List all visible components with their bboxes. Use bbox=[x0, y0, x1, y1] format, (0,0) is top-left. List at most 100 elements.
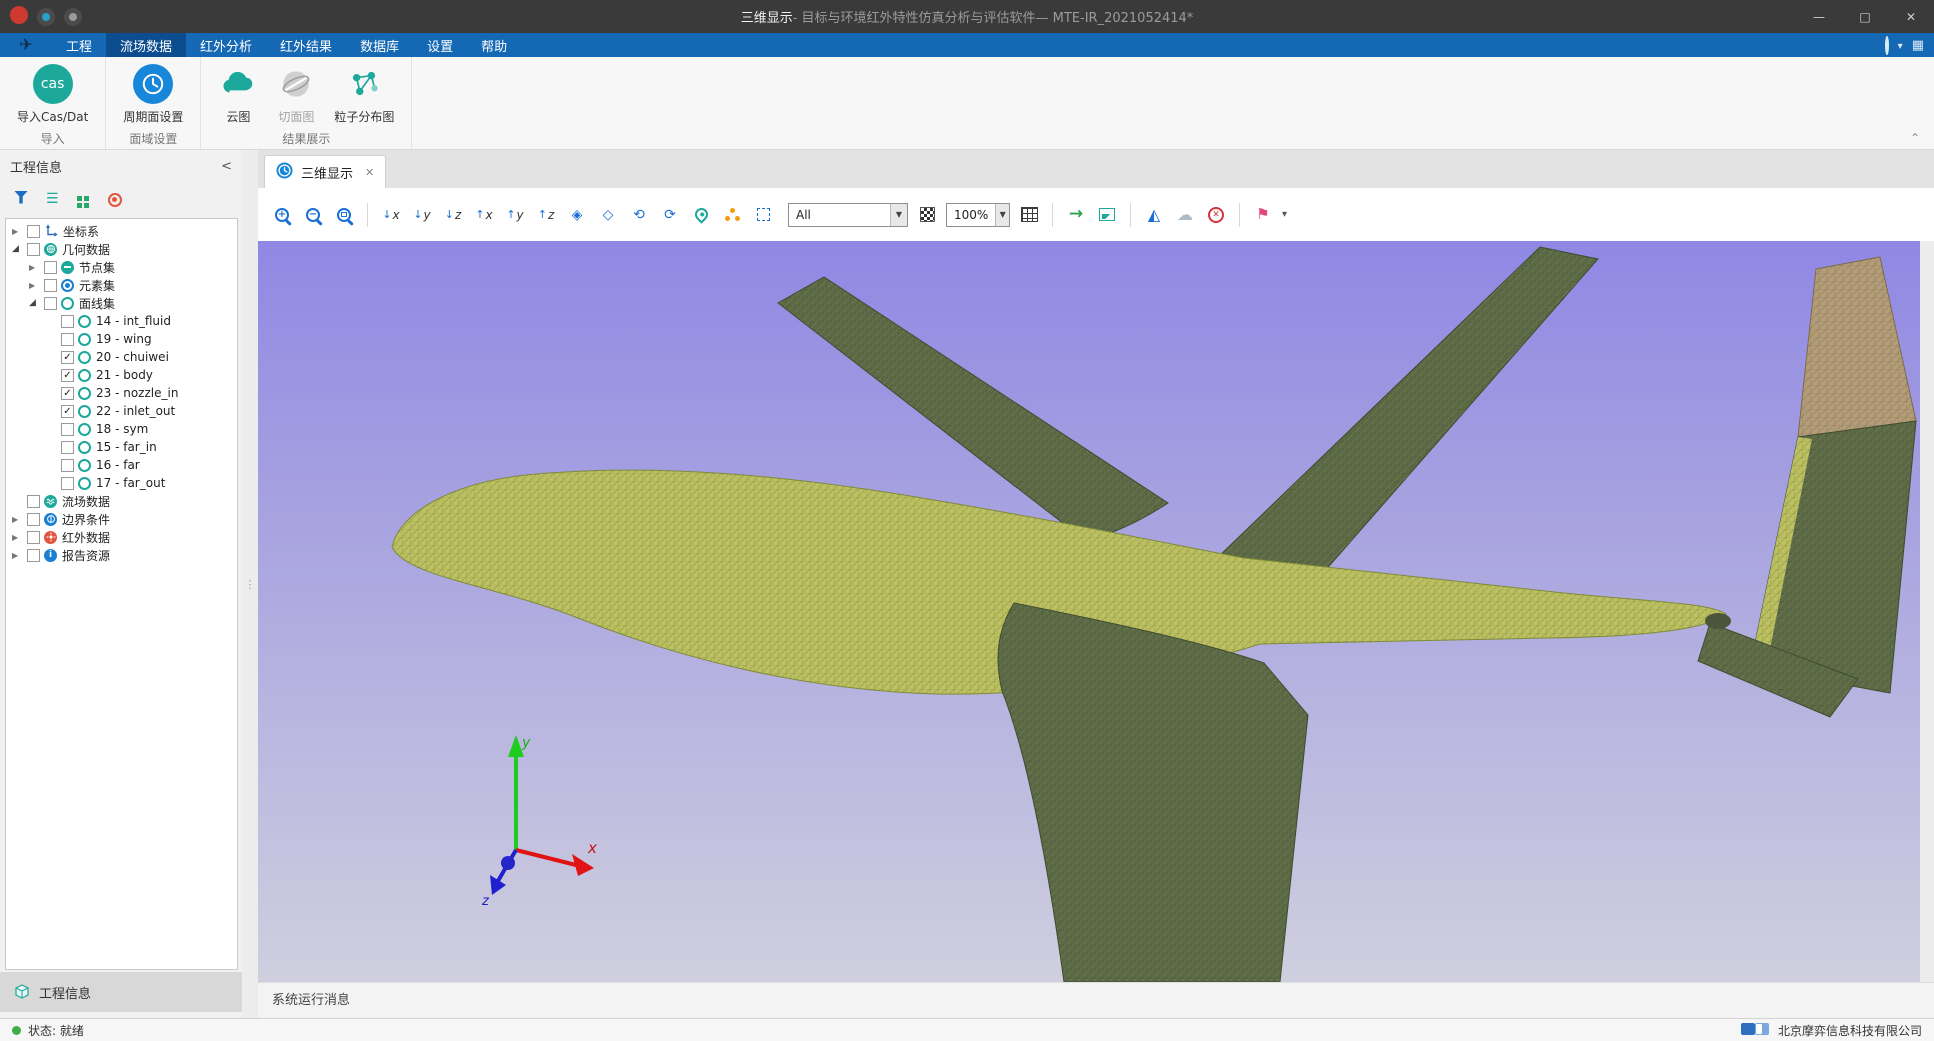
tree-expand-arrow-icon[interactable]: ▶ bbox=[12, 227, 27, 236]
maximize-button[interactable]: □ bbox=[1842, 0, 1888, 33]
tree-checkbox[interactable]: ✓ bbox=[61, 369, 74, 382]
tree-item[interactable]: ▶i报告资源 bbox=[6, 546, 237, 564]
view-pos-x-icon[interactable]: ↑x bbox=[472, 202, 496, 228]
menu-item[interactable]: 流场数据 bbox=[106, 33, 186, 57]
grid-view-icon[interactable] bbox=[77, 190, 90, 209]
tree-checkbox[interactable] bbox=[44, 297, 57, 310]
view-neg-x-icon[interactable]: ↓x bbox=[379, 202, 403, 228]
zoom-fit-icon[interactable] bbox=[332, 202, 356, 228]
tree-checkbox[interactable] bbox=[27, 513, 40, 526]
tree-checkbox[interactable] bbox=[61, 315, 74, 328]
annotation-flag-icon[interactable]: ⚑ bbox=[1251, 202, 1275, 228]
tree-expand-arrow-icon[interactable]: ▶ bbox=[12, 515, 27, 524]
tree-expand-arrow-icon[interactable]: ◢ bbox=[29, 298, 44, 308]
rotate-ccw-icon[interactable]: ⟲ bbox=[627, 202, 651, 228]
menu-item[interactable]: 红外结果 bbox=[266, 33, 346, 57]
tree-item[interactable]: ✓23 - nozzle_in bbox=[6, 384, 237, 402]
tree-expand-arrow-icon[interactable]: ▶ bbox=[29, 281, 44, 290]
panel-splitter[interactable]: ⋮ bbox=[242, 150, 258, 1018]
close-button[interactable]: ✕ bbox=[1888, 0, 1934, 33]
menu-item[interactable]: 工程 bbox=[52, 33, 106, 57]
periodic-face-button[interactable]: 周期面设置 bbox=[114, 57, 192, 127]
tab-close-icon[interactable]: ✕ bbox=[365, 166, 374, 179]
rotate-cw-icon[interactable]: ⟳ bbox=[658, 202, 682, 228]
tree-checkbox[interactable] bbox=[61, 477, 74, 490]
section-box-icon[interactable] bbox=[751, 202, 775, 228]
panel-layout-icon[interactable] bbox=[1741, 1024, 1755, 1038]
tree-checkbox[interactable] bbox=[27, 531, 40, 544]
tree-item[interactable]: ◢面线集 bbox=[6, 294, 237, 312]
tree-checkbox[interactable] bbox=[61, 441, 74, 454]
tree-expand-arrow-icon[interactable]: ▶ bbox=[12, 551, 27, 560]
panel-layout-alt-icon[interactable] bbox=[1755, 1024, 1769, 1038]
tree-checkbox[interactable] bbox=[27, 225, 40, 238]
zoom-out-icon[interactable]: − bbox=[301, 202, 325, 228]
import-cas-dat-button[interactable]: cas 导入Cas/Dat bbox=[8, 57, 97, 127]
cloud-display-icon[interactable]: ☁ bbox=[1173, 202, 1197, 228]
ribbon-collapse-icon[interactable]: ⌃ bbox=[1910, 131, 1920, 145]
tree-item[interactable]: ▶节点集 bbox=[6, 258, 237, 276]
view-iso-front-icon[interactable]: ◈ bbox=[565, 202, 589, 228]
tab-3d-view[interactable]: 三维显示 ✕ bbox=[264, 155, 386, 188]
tree-item[interactable]: ✓20 - chuiwei bbox=[6, 348, 237, 366]
annotation-caret-icon[interactable]: ▾ bbox=[1282, 209, 1287, 220]
tree-item[interactable]: ▶红外数据 bbox=[6, 528, 237, 546]
tree-item[interactable]: 14 - int_fluid bbox=[6, 312, 237, 330]
menu-item[interactable]: 红外分析 bbox=[186, 33, 266, 57]
tree-checkbox[interactable]: ✓ bbox=[61, 351, 74, 364]
tree-checkbox[interactable]: ✓ bbox=[61, 387, 74, 400]
export-forward-icon[interactable]: → bbox=[1064, 202, 1088, 228]
user-badge-icon[interactable] bbox=[1885, 38, 1889, 53]
tree-item[interactable]: 19 - wing bbox=[6, 330, 237, 348]
tree-item[interactable]: ▶坐标系 bbox=[6, 222, 237, 240]
tree-item[interactable]: ✓21 - body bbox=[6, 366, 237, 384]
hatch-pattern-icon[interactable] bbox=[915, 202, 939, 228]
tree-item[interactable]: 流场数据 bbox=[6, 492, 237, 510]
probe-pin-icon[interactable] bbox=[689, 202, 713, 228]
tree-checkbox[interactable] bbox=[61, 333, 74, 346]
project-info-tab[interactable]: 工程信息 bbox=[0, 972, 242, 1012]
view-pos-z-icon[interactable]: ↑z bbox=[534, 202, 558, 228]
tree-checkbox[interactable]: ✓ bbox=[61, 405, 74, 418]
panel-collapse-button[interactable]: < bbox=[221, 159, 232, 174]
particle-nodes-icon[interactable] bbox=[720, 202, 744, 228]
grid-toggle-icon[interactable] bbox=[1017, 202, 1041, 228]
particle-map-button[interactable]: 粒子分布图 bbox=[325, 57, 403, 127]
tree-item[interactable]: ✓22 - inlet_out bbox=[6, 402, 237, 420]
clear-results-icon[interactable]: ✕ bbox=[1204, 202, 1228, 228]
tree-item[interactable]: ◢几何数据 bbox=[6, 240, 237, 258]
tree-checkbox[interactable] bbox=[44, 261, 57, 274]
mirror-view-icon[interactable]: ◭ bbox=[1142, 202, 1166, 228]
filter-icon[interactable] bbox=[14, 191, 28, 208]
tree-expand-arrow-icon[interactable]: ▶ bbox=[29, 263, 44, 272]
snapshot-image-icon[interactable] bbox=[1095, 202, 1119, 228]
menu-item[interactable]: 数据库 bbox=[346, 33, 413, 57]
tree-item[interactable]: 17 - far_out bbox=[6, 474, 237, 492]
viewport-3d[interactable]: y x z bbox=[258, 241, 1920, 982]
view-neg-z-icon[interactable]: ↓z bbox=[441, 202, 465, 228]
tree-checkbox[interactable] bbox=[27, 495, 40, 508]
tree-checkbox[interactable] bbox=[27, 243, 40, 256]
tree-checkbox[interactable] bbox=[61, 423, 74, 436]
display-filter-caret-icon[interactable]: ▼ bbox=[890, 204, 907, 226]
window-grid-icon[interactable]: ▦ bbox=[1912, 38, 1924, 53]
tree-item[interactable]: ▶元素集 bbox=[6, 276, 237, 294]
zoom-in-icon[interactable]: + bbox=[270, 202, 294, 228]
tree-item[interactable]: 18 - sym bbox=[6, 420, 237, 438]
tree-item[interactable]: 15 - far_in bbox=[6, 438, 237, 456]
tree-expand-arrow-icon[interactable]: ▶ bbox=[12, 533, 27, 542]
tree-checkbox[interactable] bbox=[61, 459, 74, 472]
view-neg-y-icon[interactable]: ↓y bbox=[410, 202, 434, 228]
view-pos-y-icon[interactable]: ↑y bbox=[503, 202, 527, 228]
zoom-level-caret-icon[interactable]: ▼ bbox=[995, 204, 1009, 226]
minimize-button[interactable]: — bbox=[1796, 0, 1842, 33]
tree-checkbox[interactable] bbox=[44, 279, 57, 292]
tree-checkbox[interactable] bbox=[27, 549, 40, 562]
display-filter-select[interactable]: All▼ bbox=[788, 203, 908, 227]
dropdown-caret-icon[interactable]: ▾ bbox=[1898, 38, 1903, 53]
menu-item[interactable]: 帮助 bbox=[467, 33, 521, 57]
tree-item[interactable]: ▶边界条件 bbox=[6, 510, 237, 528]
tree-expand-arrow-icon[interactable]: ◢ bbox=[12, 244, 27, 254]
tree-item[interactable]: 16 - far bbox=[6, 456, 237, 474]
list-view-icon[interactable]: ☰ bbox=[46, 192, 59, 207]
